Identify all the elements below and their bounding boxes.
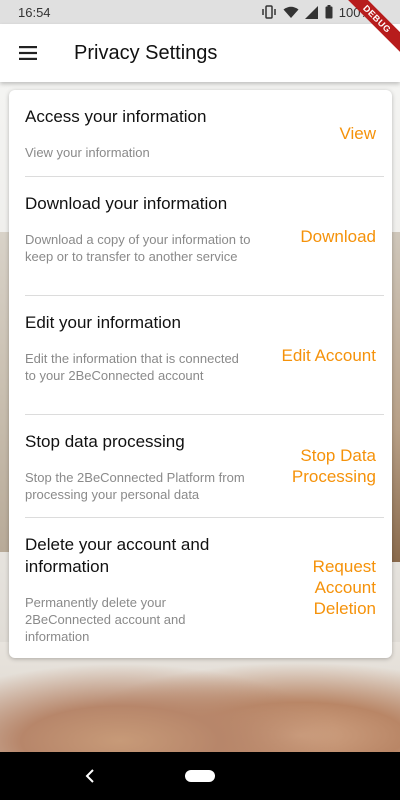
section-title: Delete your account and information (25, 535, 210, 576)
app-bar: Privacy Settings (0, 24, 400, 82)
status-bar: 16:54 100% (0, 0, 400, 24)
stop-data-processing-button[interactable]: Stop Data Processing (276, 445, 376, 487)
hamburger-menu-icon[interactable] (0, 25, 56, 81)
signal-icon (304, 5, 319, 19)
section-access-information: Access your information View your inform… (25, 90, 384, 177)
section-description: Edit the information that is connected t… (25, 351, 239, 383)
section-delete-account: Delete your account and information Perm… (25, 518, 384, 658)
request-account-deletion-button[interactable]: Request Account Deletion (296, 556, 376, 619)
section-title: Access your information (25, 107, 207, 126)
wifi-icon (283, 6, 299, 19)
section-title: Download your information (25, 194, 228, 213)
background-hands (0, 642, 400, 752)
privacy-options-card: Access your information View your inform… (9, 90, 392, 658)
edit-account-button[interactable]: Edit Account (246, 345, 376, 366)
status-time: 16:54 (18, 4, 51, 20)
home-pill-icon[interactable] (185, 770, 215, 782)
section-stop-data-processing: Stop data processing Stop the 2BeConnect… (25, 415, 384, 518)
system-nav-bar (0, 752, 400, 800)
section-title: Stop data processing (25, 432, 185, 451)
vibrate-icon (261, 5, 277, 19)
back-icon[interactable] (80, 764, 100, 788)
section-download-information: Download your information Download a cop… (25, 177, 384, 296)
section-description: Download a copy of your information to k… (25, 232, 251, 264)
section-description: Permanently delete your 2BeConnected acc… (25, 595, 186, 644)
section-edit-information: Edit your information Edit the informati… (25, 296, 384, 415)
page-title: Privacy Settings (74, 41, 218, 64)
section-title: Edit your information (25, 313, 181, 332)
view-button[interactable]: View (276, 123, 376, 144)
section-description: View your information (25, 145, 150, 160)
section-description: Stop the 2BeConnected Platform from proc… (25, 470, 245, 502)
battery-icon (325, 5, 333, 19)
download-button[interactable]: Download (266, 226, 376, 247)
